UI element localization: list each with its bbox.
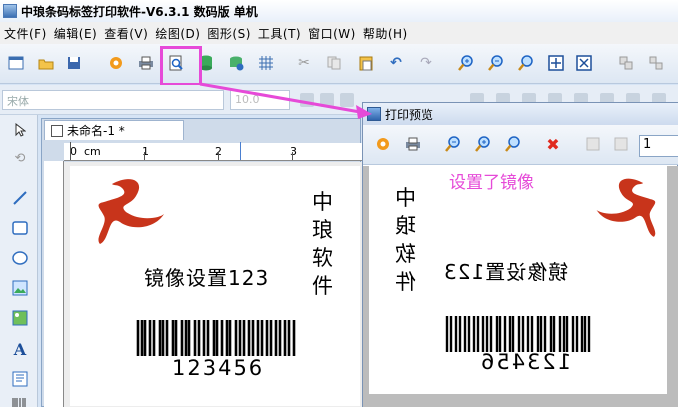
ruler-label-unit: cm [84,145,101,158]
vertical-char: 软 [312,246,333,270]
preview-window-icon [367,107,381,121]
mirrored-vertical-text: 中 琅 软 件 [395,184,416,296]
bold-icon[interactable] [300,93,314,107]
ellipse-tool-icon[interactable] [10,248,30,268]
zoom-out-icon[interactable] [486,53,506,73]
save-icon[interactable] [64,53,84,73]
mirrored-barcode [445,316,591,352]
paste-icon[interactable] [356,53,376,73]
preview-button-highlight [160,46,202,86]
label-text[interactable]: 镜像设置123 [144,262,269,291]
preview-page: 设置了镜像 中 琅 软 件 镜像设置123 123456 [369,166,667,394]
ruler-tick [218,152,219,160]
ruler-tick [144,152,145,160]
vertical-ruler [44,161,64,407]
grid-icon[interactable] [256,53,276,73]
window-title: 中琅条码标签打印软件-V6.3.1 数码版 单机 [21,4,258,19]
menu-window[interactable]: 窗口(W) [304,25,359,42]
preview-area: 设置了镜像 中 琅 软 件 镜像设置123 123456 [363,166,678,407]
document-tab[interactable]: 未命名-1 * [44,120,184,140]
vertical-char: 琅 [312,218,333,242]
vertical-char: 件 [395,270,416,294]
ruler-tick [70,142,71,160]
menu-shape[interactable]: 图形(S) [203,25,253,42]
preview-zoom-fit-icon[interactable] [503,134,523,154]
group-icon[interactable] [616,53,636,73]
font-size-select[interactable]: 10.0 [230,90,290,110]
copy-icon[interactable] [324,53,344,73]
document-icon [51,124,63,137]
picture-tool-icon[interactable] [10,308,30,328]
mirrored-logo-icon [596,178,656,237]
ruler-label-0: 0 [70,145,77,158]
fit-page-icon[interactable] [546,53,566,73]
menu-draw[interactable]: 绘图(D) [151,25,203,42]
redo-icon[interactable]: ↷ [416,53,436,73]
rich-text-tool-icon[interactable] [10,369,30,389]
preview-title: 打印预览 [385,107,434,122]
print-icon[interactable] [136,53,156,73]
settings-icon[interactable] [106,53,126,73]
zoom-in-icon[interactable] [456,53,476,73]
menu-edit[interactable]: 编辑(E) [50,25,100,42]
preview-settings-icon[interactable] [373,134,393,154]
undo-icon[interactable]: ↶ [386,53,406,73]
preview-zoom-out-icon[interactable] [443,134,463,154]
document-window: 未命名-1 * 0 cm 1 2 3 镜像设置123 中 琅 软 件 [41,118,362,407]
mirrored-label-text: 镜像设置123 [443,260,569,284]
vertical-label-text[interactable]: 中 琅 软 件 [312,188,333,300]
font-select[interactable]: 宋体 [2,90,224,110]
open-icon[interactable] [36,53,56,73]
italic-icon[interactable] [320,93,334,107]
cut-icon[interactable]: ✂ [294,53,314,73]
new-icon[interactable] [6,53,26,73]
preview-zoom-in-icon[interactable] [473,134,493,154]
barcode-number: 123456 [172,356,265,380]
print-preview-window: 打印预览 ✖ 1 设置了镜像 中 琅 软 件 镜像设置123 123456 [362,102,678,407]
ruler-tick [292,152,293,160]
menu-tools[interactable]: 工具(T) [254,25,304,42]
document-tab-label: 未命名-1 * [67,124,125,138]
image-tool-icon[interactable] [10,278,30,298]
first-page-icon[interactable] [583,134,603,154]
barcode-tool-icon[interactable] [10,393,30,407]
menu-file[interactable]: 文件(F) [0,25,50,42]
ruler-marker [240,142,241,160]
app-icon [3,4,17,18]
ungroup-icon[interactable] [646,53,666,73]
vertical-char: 琅 [395,214,416,238]
title-bar: 中琅条码标签打印软件-V6.3.1 数码版 单机 [0,0,678,22]
data-source-icon[interactable] [226,53,246,73]
page-number-input[interactable]: 1 [639,135,678,157]
text-tool-icon[interactable]: A [10,339,30,359]
barcode[interactable] [136,320,298,356]
menu-bar: 文件(F) 编辑(E) 查看(V) 绘图(D) 图形(S) 工具(T) 窗口(W… [0,22,678,44]
horizontal-ruler: 0 cm 1 2 3 [64,142,362,161]
mirrored-barcode-number: 123456 [479,350,572,374]
pointer-icon[interactable] [10,120,30,140]
design-canvas[interactable]: 镜像设置123 中 琅 软 件 123456 [64,162,362,407]
preview-print-icon[interactable] [403,134,423,154]
tool-palette: ⟲ A [0,115,38,407]
vertical-char: 中 [395,186,416,210]
main-toolbar: ✂ ↶ ↷ [0,44,678,84]
preview-toolbar: ✖ 1 [363,125,678,165]
logo-icon [98,179,164,244]
vertical-char: 中 [312,190,333,214]
menu-view[interactable]: 查看(V) [100,25,151,42]
preview-close-icon[interactable]: ✖ [543,134,563,154]
fit-width-icon[interactable] [574,53,594,73]
vertical-char: 件 [312,274,333,298]
label-paper[interactable]: 镜像设置123 中 琅 软 件 123456 [70,166,360,406]
rectangle-tool-icon[interactable] [10,218,30,238]
menu-help[interactable]: 帮助(H) [359,25,411,42]
preview-title-bar: 打印预览 [363,103,678,125]
line-tool-icon[interactable] [10,188,30,208]
mirror-annotation: 设置了镜像 [449,173,534,193]
rotate-icon[interactable]: ⟲ [10,148,30,168]
underline-icon[interactable] [340,93,354,107]
vertical-char: 软 [395,242,416,266]
zoom-actual-icon[interactable] [516,53,536,73]
prev-page-icon[interactable] [611,134,631,154]
